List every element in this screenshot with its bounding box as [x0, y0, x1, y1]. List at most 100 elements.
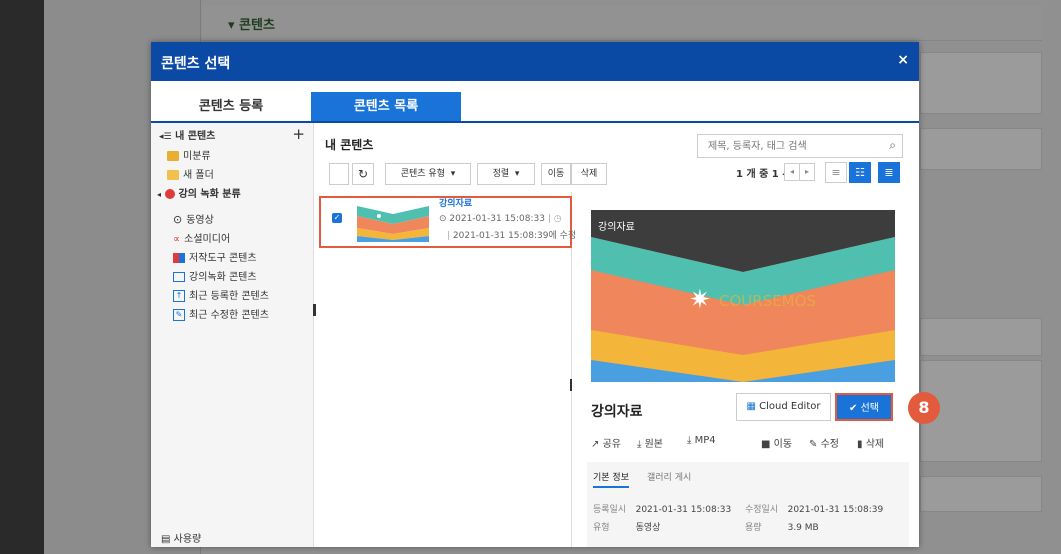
sort-dropdown[interactable]: 정렬 ▾ — [477, 163, 535, 185]
search-box: ⌕ — [697, 134, 903, 158]
usage-link[interactable]: ▤ 사용량 — [161, 530, 201, 545]
expand-icon: ◂ — [157, 190, 162, 199]
tab-content-register[interactable]: 콘텐츠 등록 — [151, 92, 311, 121]
item-created: ⊙ 2021-01-31 15:08:33 | ◷ — [439, 214, 562, 224]
content-list: ✓ 강의자료 ⊙ 2021-01-31 15:08:33 | ◷ | 2021-… — [316, 192, 576, 547]
search-input[interactable] — [706, 140, 880, 153]
share-button[interactable]: ↗ 공유 — [591, 435, 621, 450]
compact-view-icon[interactable]: ≣ — [878, 162, 900, 183]
sidebar-item-new-folder[interactable]: 새 폴더 — [167, 166, 214, 181]
edit-button[interactable]: ✎ 수정 — [809, 435, 839, 450]
sidebar-item-label: 내 콘텐츠 — [175, 131, 216, 142]
download-original-button[interactable]: ⤓ 원본 — [637, 435, 663, 450]
sidebar-item-label: 저작도구 콘텐츠 — [189, 253, 257, 264]
play-circle-icon: ⊙ — [173, 213, 183, 226]
folder-icon — [167, 151, 179, 161]
move-button[interactable]: 이동 — [541, 163, 571, 185]
sidebar-item-social-media[interactable]: ∝ 소셜미디어 — [173, 230, 230, 245]
item-title[interactable]: 강의자료 — [439, 196, 472, 209]
screen-icon — [173, 272, 185, 282]
info-key: 수정일시 — [745, 505, 779, 515]
modal-header: 콘텐츠 선택 × — [151, 42, 919, 81]
step-badge: 8 — [908, 392, 940, 424]
item-created-date: 2021-01-31 15:08:33 — [449, 214, 545, 224]
move-label: 이동 — [773, 439, 793, 450]
usage-label: 사용량 — [173, 534, 202, 545]
sidebar-item-recent-modified[interactable]: ✎ 최근 수정한 콘텐츠 — [173, 306, 269, 321]
sidebar-item-video[interactable]: ⊙ 동영상 — [173, 211, 214, 226]
content-title: 내 콘텐츠 — [325, 138, 374, 152]
detail-resize-handle[interactable] — [570, 379, 572, 391]
list-item[interactable]: ✓ 강의자료 ⊙ 2021-01-31 15:08:33 | ◷ | 2021-… — [319, 196, 576, 248]
editor-icon: ▦ — [746, 401, 760, 412]
sidebar-item-label: 동영상 — [186, 215, 214, 226]
cloud-editor-button[interactable]: ▦ Cloud Editor — [736, 393, 831, 421]
delete-button[interactable]: 삭제 — [571, 163, 607, 185]
check-icon: ✔ — [849, 403, 861, 414]
sidebar-item-lecture-content[interactable]: 강의녹화 콘텐츠 — [173, 268, 257, 283]
folder-icon: ■ — [761, 439, 774, 450]
select-label: 선택 — [860, 403, 879, 414]
item-checkbox[interactable]: ✓ — [332, 213, 342, 223]
storage-icon: ▤ — [161, 534, 171, 545]
sidebar-item-label: 미분류 — [183, 151, 211, 162]
play-circle-icon: ⊙ — [439, 214, 450, 224]
tab-content-list[interactable]: 콘텐츠 목록 — [311, 92, 461, 121]
info-size: 용량 3.9 MB — [745, 520, 819, 533]
grid-icon — [173, 253, 185, 263]
modal-tabs: 콘텐츠 등록 콘텐츠 목록 — [151, 92, 919, 123]
select-all-checkbox[interactable] — [329, 163, 349, 185]
sidebar-item-my-content[interactable]: ◂☰ 내 콘텐츠 — [159, 127, 215, 142]
detail-title: 강의자료 — [591, 404, 643, 420]
list-view-icon[interactable]: ≡ — [825, 162, 847, 183]
download-mp4-button[interactable]: ⤓ MP4 — [687, 435, 716, 446]
info-value: 동영상 — [635, 523, 661, 533]
clock-icon: | ◷ — [545, 214, 562, 224]
delete-label: 삭제 — [865, 439, 885, 450]
background-block — [920, 476, 1042, 512]
edit-label: 수정 — [820, 439, 839, 450]
info-type: 유형 동영상 — [593, 520, 660, 533]
sidebar-item-label: 소셜미디어 — [184, 234, 231, 245]
delete-item-button[interactable]: ▮ 삭제 — [857, 435, 884, 450]
next-page-button[interactable]: ▸ — [799, 163, 815, 181]
sidebar-item-label: 최근 등록한 콘텐츠 — [189, 291, 269, 302]
download-icon: ⤓ — [687, 435, 695, 446]
sidebar-item-authoring[interactable]: 저작도구 콘텐츠 — [173, 249, 257, 264]
info-value: 2021-01-31 15:08:33 — [635, 505, 732, 515]
item-modified-date: 2021-01-31 15:08:39에 수정 — [452, 231, 577, 241]
search-icon[interactable]: ⌕ — [889, 138, 896, 153]
prev-page-button[interactable]: ◂ — [784, 163, 800, 181]
tab-gallery[interactable]: 갤러리 게시 — [647, 470, 691, 483]
content-type-dropdown[interactable]: 콘텐츠 유형 ▾ — [385, 163, 471, 185]
list-icon: ◂☰ — [159, 132, 172, 142]
video-preview[interactable]: ✷ 강의자료 COURSEMOS — [591, 210, 895, 382]
info-value: 3.9 MB — [787, 523, 819, 533]
select-button[interactable]: ✔ 선택 — [835, 393, 893, 421]
info-key: 유형 — [593, 523, 610, 533]
download-icon: ⤓ — [637, 439, 645, 450]
sidebar-item-lecture-recording[interactable]: ◂ 강의 녹화 분류 — [157, 185, 241, 200]
info-registered: 등록일시 2021-01-31 15:08:33 — [593, 502, 731, 515]
left-dark-bar — [0, 0, 44, 554]
sidebar-item-label: 강의녹화 콘텐츠 — [189, 272, 257, 283]
sidebar-item-uncategorized[interactable]: 미분류 — [167, 147, 211, 162]
pencil-icon: ✎ — [809, 439, 821, 450]
close-icon[interactable]: × — [897, 52, 909, 68]
tab-basic-info[interactable]: 기본 정보 — [593, 470, 629, 488]
info-panel: 기본 정보 갤러리 게시 등록일시 2021-01-31 15:08:33 수정… — [587, 462, 909, 547]
share-nodes-icon: ∝ — [173, 234, 181, 245]
item-modified: | 2021-01-31 15:08:39에 수정 — [447, 228, 576, 241]
item-thumbnail — [357, 200, 429, 242]
add-folder-icon[interactable]: + — [292, 125, 305, 143]
refresh-icon[interactable]: ↻ — [352, 163, 374, 185]
original-label: 원본 — [644, 439, 664, 450]
move-item-button[interactable]: ■ 이동 — [761, 435, 792, 450]
info-value: 2021-01-31 15:08:39 — [787, 505, 884, 515]
detail-view-icon[interactable]: ☷ — [849, 162, 871, 183]
content-detail: ✷ 강의자료 COURSEMOS 강의자료 ▦ Cloud Editor ✔ 선… — [573, 192, 940, 547]
caret-down-icon: ▾ — [512, 169, 520, 179]
pencil-icon: ✎ — [173, 309, 185, 321]
sidebar-item-recent-registered[interactable]: ↑ 최근 등록한 콘텐츠 — [173, 287, 269, 302]
sidebar-item-label: 강의 녹화 분류 — [178, 189, 241, 200]
